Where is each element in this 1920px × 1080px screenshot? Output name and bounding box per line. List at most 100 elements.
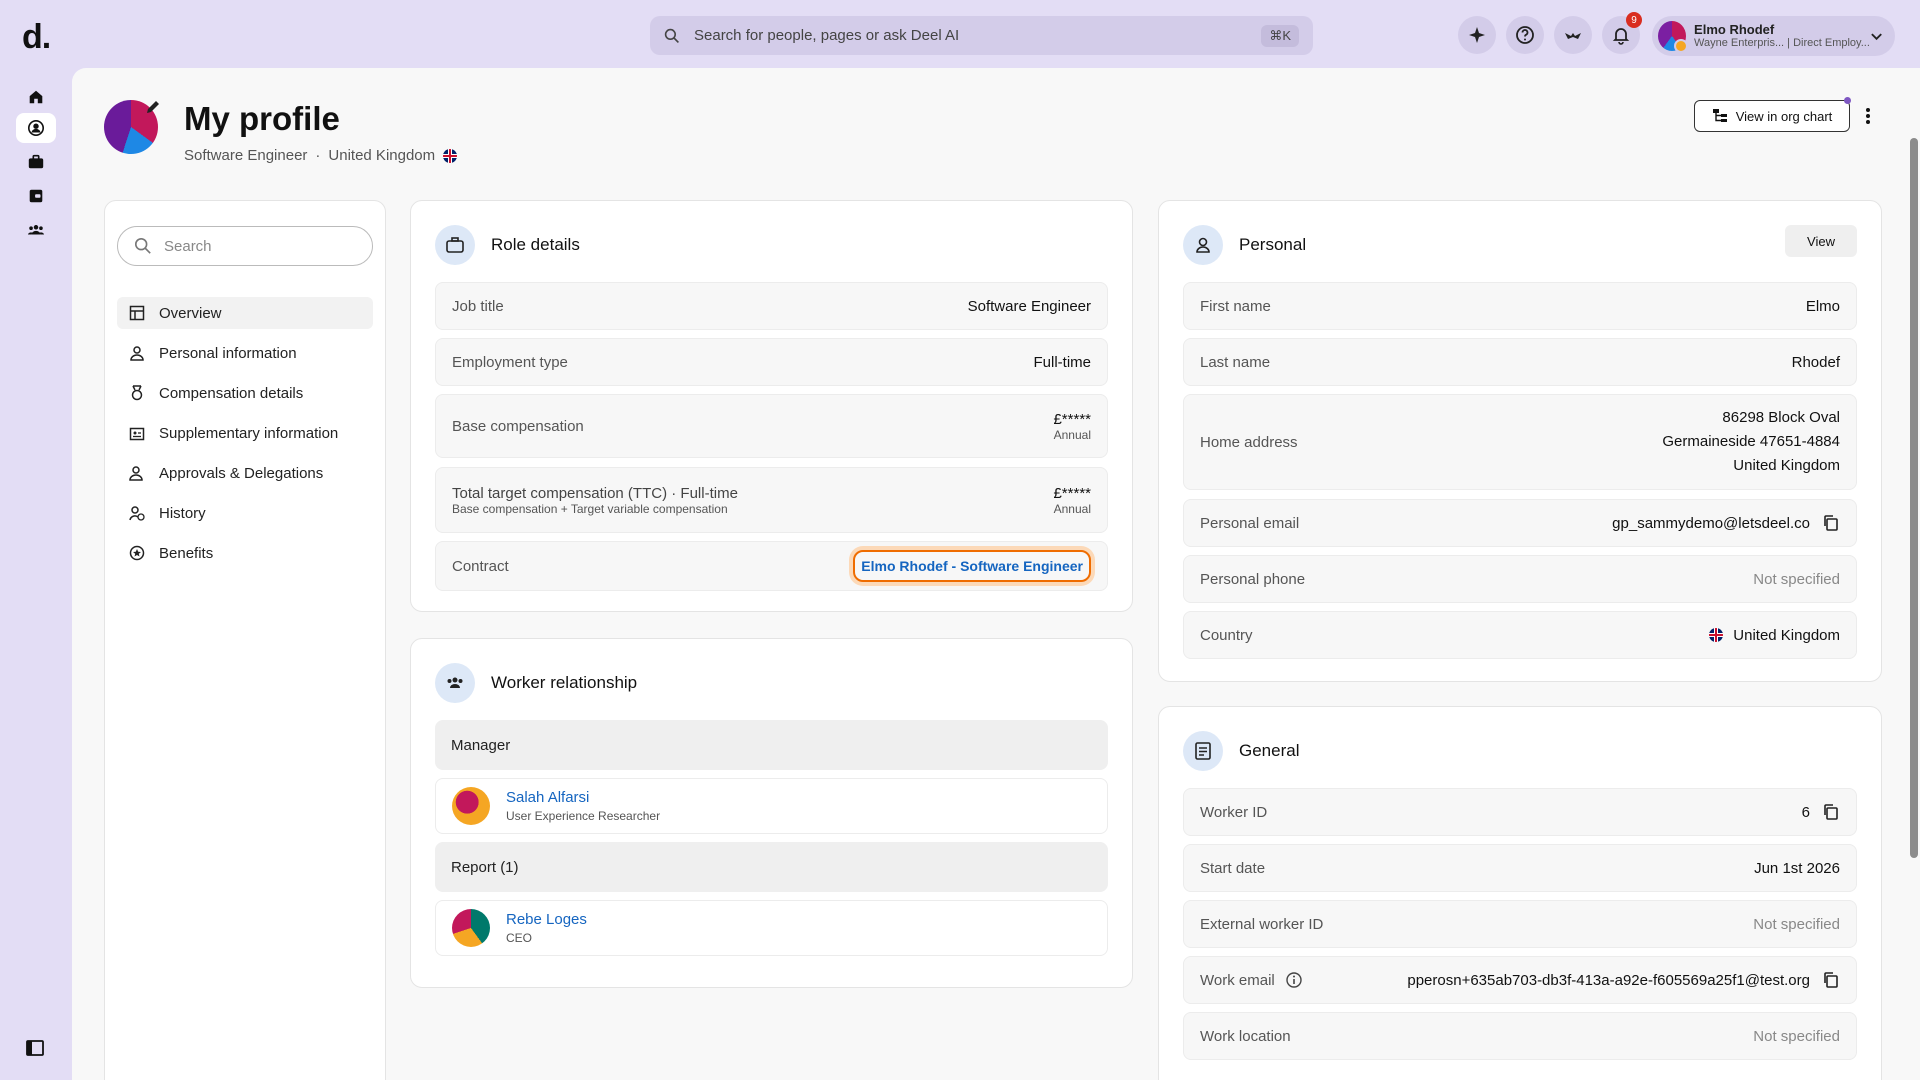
briefcase-icon bbox=[446, 237, 464, 253]
avatar bbox=[1658, 21, 1689, 53]
first-name-row: First name Elmo bbox=[1183, 282, 1857, 330]
user-menu-button[interactable]: Elmo Rhodef Wayne Enterpris... | Direct … bbox=[1652, 16, 1895, 56]
manager-role: User Experience Researcher bbox=[506, 809, 661, 823]
field-label: Employment type bbox=[452, 353, 568, 371]
info-icon[interactable] bbox=[1285, 971, 1303, 989]
search-shortcut: ⌘K bbox=[1261, 24, 1299, 47]
search-icon bbox=[134, 237, 151, 254]
view-org-chart-button[interactable]: View in org chart bbox=[1694, 97, 1851, 132]
copy-icon[interactable] bbox=[1822, 971, 1840, 989]
field-label: External worker ID bbox=[1200, 915, 1324, 933]
base-compensation-row: Base compensation £***** Annual bbox=[435, 394, 1108, 458]
contract-link[interactable]: Elmo Rhodef - Software Engineer bbox=[853, 550, 1091, 582]
search-icon bbox=[664, 28, 679, 43]
nav-item-approvals-delegations[interactable]: Approvals & Delegations bbox=[117, 457, 373, 489]
rail-home[interactable] bbox=[16, 82, 56, 112]
page-title: My profile bbox=[184, 100, 340, 137]
nav-item-label: Personal information bbox=[159, 344, 297, 362]
layout-icon bbox=[129, 305, 145, 321]
rail-profile[interactable] bbox=[16, 113, 56, 143]
sparkle-icon bbox=[1469, 27, 1485, 43]
user-name: Elmo Rhodef bbox=[1694, 22, 1775, 37]
ttc-row: Total target compensation (TTC) · Full-t… bbox=[435, 467, 1108, 533]
home-icon bbox=[29, 90, 43, 104]
worker-id-row: Worker ID 6 bbox=[1183, 788, 1857, 836]
help-button[interactable] bbox=[1506, 16, 1544, 54]
global-search-input[interactable]: Search for people, pages or ask Deel AI … bbox=[650, 16, 1313, 55]
field-label: Job title bbox=[452, 297, 504, 315]
country-row: Country United Kingdom bbox=[1183, 611, 1857, 659]
nav-item-supplementary-information[interactable]: Supplementary information bbox=[117, 417, 373, 449]
personal-email-row: Personal email gp_sammydemo@letsdeel.co bbox=[1183, 499, 1857, 547]
field-label: Worker ID bbox=[1200, 803, 1268, 821]
nav-item-benefits[interactable]: Benefits bbox=[117, 537, 373, 569]
personal-icon-circle bbox=[1183, 225, 1223, 265]
rail-people[interactable] bbox=[16, 215, 56, 245]
org-chart-icon bbox=[1712, 109, 1727, 122]
org-chart-label: View in org chart bbox=[1735, 108, 1833, 124]
person-icon bbox=[130, 346, 144, 361]
field-value: Jun 1st 2026 bbox=[1754, 859, 1840, 877]
nav-item-history[interactable]: History bbox=[117, 497, 373, 529]
manager-row[interactable]: Salah Alfarsi User Experience Researcher bbox=[435, 778, 1108, 834]
field-label: Work email bbox=[1200, 971, 1275, 989]
copy-icon[interactable] bbox=[1822, 803, 1840, 821]
subline-separator: · bbox=[315, 147, 321, 164]
report-row[interactable]: Rebe Loges CEO bbox=[435, 900, 1108, 956]
personal-view-button[interactable]: View bbox=[1785, 225, 1857, 257]
avatar bbox=[452, 909, 490, 947]
employment-type-row: Employment type Full-time bbox=[435, 338, 1108, 386]
nav-item-overview[interactable]: Overview bbox=[117, 297, 373, 329]
role-icon-circle bbox=[435, 225, 475, 265]
nav-item-label: Benefits bbox=[159, 544, 214, 562]
masked-amount[interactable]: £***** bbox=[1053, 485, 1091, 502]
period-label: Annual bbox=[1053, 501, 1091, 516]
job-title-row: Job title Software Engineer bbox=[435, 282, 1108, 330]
nav-item-label: Supplementary information bbox=[159, 424, 339, 442]
bird-button[interactable] bbox=[1554, 16, 1592, 54]
field-value: 6 bbox=[1801, 803, 1810, 821]
field-value: Full-time bbox=[1033, 353, 1091, 371]
copy-icon[interactable] bbox=[1822, 514, 1840, 532]
profile-nav: Search Overview Personal information Com… bbox=[104, 200, 386, 1080]
worker-relationship-card: Worker relationship Manager Salah Alfars… bbox=[410, 638, 1133, 988]
deel-logo[interactable]: d. bbox=[22, 18, 51, 57]
address-line: 86298 Block Oval bbox=[1722, 409, 1840, 426]
field-value: pperosn+635ab703-db3f-413a-a92e-f605569a… bbox=[1407, 971, 1810, 989]
field-label: Total target compensation (TTC) · Full-t… bbox=[452, 484, 738, 502]
report-name-link[interactable]: Rebe Loges bbox=[506, 911, 587, 928]
rail-wallet[interactable] bbox=[16, 181, 56, 211]
nav-item-personal-information[interactable]: Personal information bbox=[117, 337, 373, 369]
notifications-button[interactable]: 9 bbox=[1602, 12, 1642, 54]
people-icon bbox=[447, 677, 463, 688]
personal-phone-row: Personal phone Not specified bbox=[1183, 555, 1857, 603]
worker-relationship-title: Worker relationship bbox=[491, 673, 638, 692]
ai-sparkle-button[interactable] bbox=[1458, 16, 1496, 54]
field-label: Start date bbox=[1200, 859, 1266, 877]
edit-pencil-icon[interactable] bbox=[144, 98, 162, 116]
manager-section-label: Manager bbox=[435, 720, 1108, 770]
nav-item-label: Overview bbox=[159, 304, 222, 322]
manager-name-link[interactable]: Salah Alfarsi bbox=[506, 789, 660, 806]
nav-item-compensation-details[interactable]: Compensation details bbox=[117, 377, 373, 409]
masked-amount[interactable]: £***** bbox=[1053, 411, 1091, 428]
field-label: First name bbox=[1200, 297, 1271, 315]
briefcase-icon bbox=[28, 154, 44, 169]
field-sublabel: Base compensation + Target variable comp… bbox=[452, 501, 728, 516]
rail-work[interactable] bbox=[16, 147, 56, 177]
page-scrollbar[interactable] bbox=[1910, 138, 1918, 858]
star-badge-icon bbox=[129, 545, 145, 561]
more-options-icon[interactable] bbox=[1860, 104, 1876, 128]
work-email-row: Work email pperosn+635ab703-db3f-413a-a9… bbox=[1183, 956, 1857, 1004]
field-label: Contract bbox=[452, 557, 509, 575]
field-value: gp_sammydemo@letsdeel.co bbox=[1612, 514, 1810, 532]
home-address-row: Home address 86298 Block Oval Germainesi… bbox=[1183, 394, 1857, 490]
profile-job: Software Engineer bbox=[184, 147, 308, 164]
main-content: My profile Software Engineer · United Ki… bbox=[72, 68, 1920, 1080]
field-label: Home address bbox=[1200, 433, 1298, 451]
sidebar-toggle-icon[interactable] bbox=[25, 1038, 45, 1058]
report-role: CEO bbox=[506, 931, 533, 945]
nav-search-input[interactable]: Search bbox=[117, 226, 373, 266]
personal-title: Personal bbox=[1239, 235, 1307, 254]
help-icon bbox=[1516, 26, 1534, 44]
